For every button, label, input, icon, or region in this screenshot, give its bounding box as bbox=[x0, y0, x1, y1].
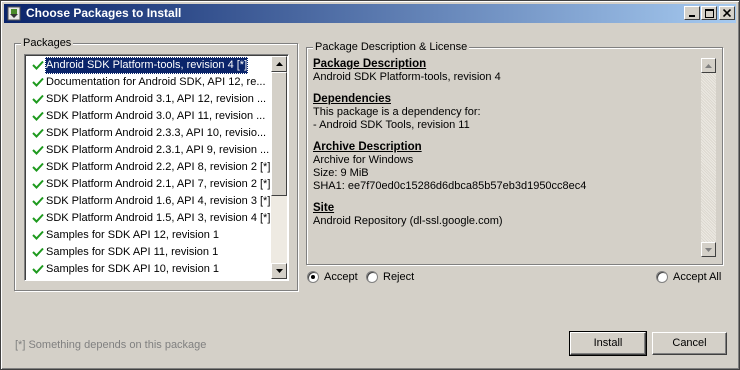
package-list-item[interactable]: SDK Platform Android 1.6, API 4, revisio… bbox=[27, 193, 272, 210]
checkmark-icon bbox=[32, 179, 44, 189]
accept-all-radio[interactable]: Accept All bbox=[656, 271, 721, 283]
reject-label: Reject bbox=[383, 271, 415, 283]
package-list-item[interactable]: Samples for SDK API 10, revision 1 bbox=[27, 261, 272, 278]
package-list-item[interactable]: SDK Platform Android 3.1, API 12, revisi… bbox=[27, 91, 272, 108]
description-legend: Package Description & License bbox=[313, 40, 470, 54]
package-list-item[interactable]: SDK Platform Android 3.0, API 11, revisi… bbox=[27, 108, 272, 125]
archive-description-heading: Archive Description bbox=[313, 141, 422, 153]
package-label: SDK Platform Android 3.0, API 11, revisi… bbox=[46, 110, 266, 122]
package-list-item[interactable]: Android SDK Platform-tools, revision 4 [… bbox=[27, 57, 272, 74]
android-download-icon bbox=[7, 6, 21, 21]
package-list-item[interactable]: SDK Platform Android 2.2, API 8, revisio… bbox=[27, 159, 272, 176]
packages-scrollbar[interactable] bbox=[271, 56, 287, 279]
packages-legend: Packages bbox=[21, 36, 74, 50]
reject-radio-circle[interactable] bbox=[366, 271, 378, 283]
checkmark-icon bbox=[32, 213, 44, 223]
checkmark-icon bbox=[32, 264, 44, 274]
package-label: SDK Platform Android 2.3.3, API 10, revi… bbox=[46, 127, 267, 139]
description-scroll-down-button[interactable] bbox=[701, 242, 716, 257]
package-label: SDK Platform Android 2.3.1, API 9, revis… bbox=[46, 144, 270, 156]
install-button[interactable]: Install bbox=[569, 331, 647, 356]
radio-selected-dot bbox=[311, 275, 315, 279]
archive-size: Size: 9 MiB bbox=[313, 167, 369, 179]
window-title: Choose Packages to Install bbox=[26, 6, 182, 20]
package-list-item[interactable]: SDK Platform Android 1.5, API 3, revisio… bbox=[27, 210, 272, 227]
site-heading: Site bbox=[313, 202, 335, 214]
description-scroll-up-button[interactable] bbox=[701, 58, 716, 73]
checkmark-icon bbox=[32, 77, 44, 87]
package-label: Documentation for Android SDK, API 12, r… bbox=[46, 76, 266, 88]
accept-radio-circle[interactable] bbox=[307, 271, 319, 283]
package-label: SDK Platform Android 1.5, API 3, revisio… bbox=[46, 212, 271, 224]
package-list-item[interactable]: SDK Platform Android 2.1, API 7, revisio… bbox=[27, 176, 272, 193]
checkmark-icon bbox=[32, 111, 44, 121]
maximize-button[interactable] bbox=[701, 6, 717, 20]
package-label: Samples for SDK API 10, revision 1 bbox=[46, 263, 220, 275]
package-label: Samples for SDK API 11, revision 1 bbox=[46, 246, 219, 258]
accept-radio[interactable]: Accept bbox=[307, 271, 358, 283]
minimize-button[interactable] bbox=[684, 6, 700, 20]
dependencies-heading: Dependencies bbox=[313, 93, 391, 105]
install-dialog: Choose Packages to Install Packages Andr… bbox=[0, 0, 740, 370]
package-list-item[interactable]: Samples for SDK API 11, revision 1 bbox=[27, 244, 272, 261]
packages-list[interactable]: Android SDK Platform-tools, revision 4 [… bbox=[24, 54, 289, 281]
title-bar[interactable]: Choose Packages to Install bbox=[4, 4, 736, 23]
package-label: Android SDK Platform-tools, revision 4 [… bbox=[45, 57, 249, 74]
scroll-down-button[interactable] bbox=[271, 263, 287, 279]
description-panel: Package Description Android SDK Platform… bbox=[310, 54, 719, 258]
checkmark-icon bbox=[32, 145, 44, 155]
package-label: SDK Platform Android 3.1, API 12, revisi… bbox=[46, 93, 267, 105]
description-text: Package Description Android SDK Platform… bbox=[313, 58, 693, 228]
package-label: Samples for SDK API 12, revision 1 bbox=[46, 229, 220, 241]
dependencies-line-1: This package is a dependency for: bbox=[313, 106, 481, 118]
dependency-note: [*] Something depends on this package bbox=[15, 339, 207, 351]
checkmark-icon bbox=[32, 162, 44, 172]
checkmark-icon bbox=[32, 230, 44, 240]
package-list-item[interactable]: Documentation for Android SDK, API 12, r… bbox=[27, 74, 272, 91]
archive-line-1: Archive for Windows bbox=[313, 154, 414, 166]
package-description-heading: Package Description bbox=[313, 58, 427, 70]
accept-label: Accept bbox=[324, 271, 358, 283]
description-scrollbar[interactable] bbox=[701, 58, 716, 257]
package-description-text: Android SDK Platform-tools, revision 4 bbox=[313, 71, 501, 83]
package-label: SDK Platform Android 1.6, API 4, revisio… bbox=[46, 195, 271, 207]
checkmark-icon bbox=[32, 247, 44, 257]
package-label: SDK Platform Android 2.1, API 7, revisio… bbox=[46, 178, 271, 190]
accept-all-radio-circle[interactable] bbox=[656, 271, 668, 283]
package-list-item[interactable]: SDK Platform Android 2.3.3, API 10, revi… bbox=[27, 125, 272, 142]
package-list-item[interactable]: Samples for SDK API 12, revision 1 bbox=[27, 227, 272, 244]
site-text: Android Repository (dl-ssl.google.com) bbox=[313, 215, 503, 227]
archive-sha1: SHA1: ee7f70ed0c15286d6dbca85b57eb3d1950… bbox=[313, 180, 587, 192]
checkmark-icon bbox=[32, 128, 44, 138]
scroll-up-button[interactable] bbox=[271, 56, 287, 72]
accept-all-label: Accept All bbox=[673, 271, 722, 283]
scroll-thumb[interactable] bbox=[271, 72, 287, 196]
checkmark-icon bbox=[32, 196, 44, 206]
checkmark-icon bbox=[32, 94, 44, 104]
package-list-item[interactable]: SDK Platform Android 2.3.1, API 9, revis… bbox=[27, 142, 272, 159]
dependencies-line-2: - Android SDK Tools, revision 11 bbox=[313, 119, 470, 131]
package-label: SDK Platform Android 2.2, API 8, revisio… bbox=[46, 161, 271, 173]
checkmark-icon bbox=[32, 60, 44, 70]
packages-list-items: Android SDK Platform-tools, revision 4 [… bbox=[27, 57, 272, 278]
reject-radio[interactable]: Reject bbox=[366, 271, 414, 283]
cancel-button[interactable]: Cancel bbox=[652, 332, 727, 355]
close-button[interactable] bbox=[719, 6, 735, 20]
